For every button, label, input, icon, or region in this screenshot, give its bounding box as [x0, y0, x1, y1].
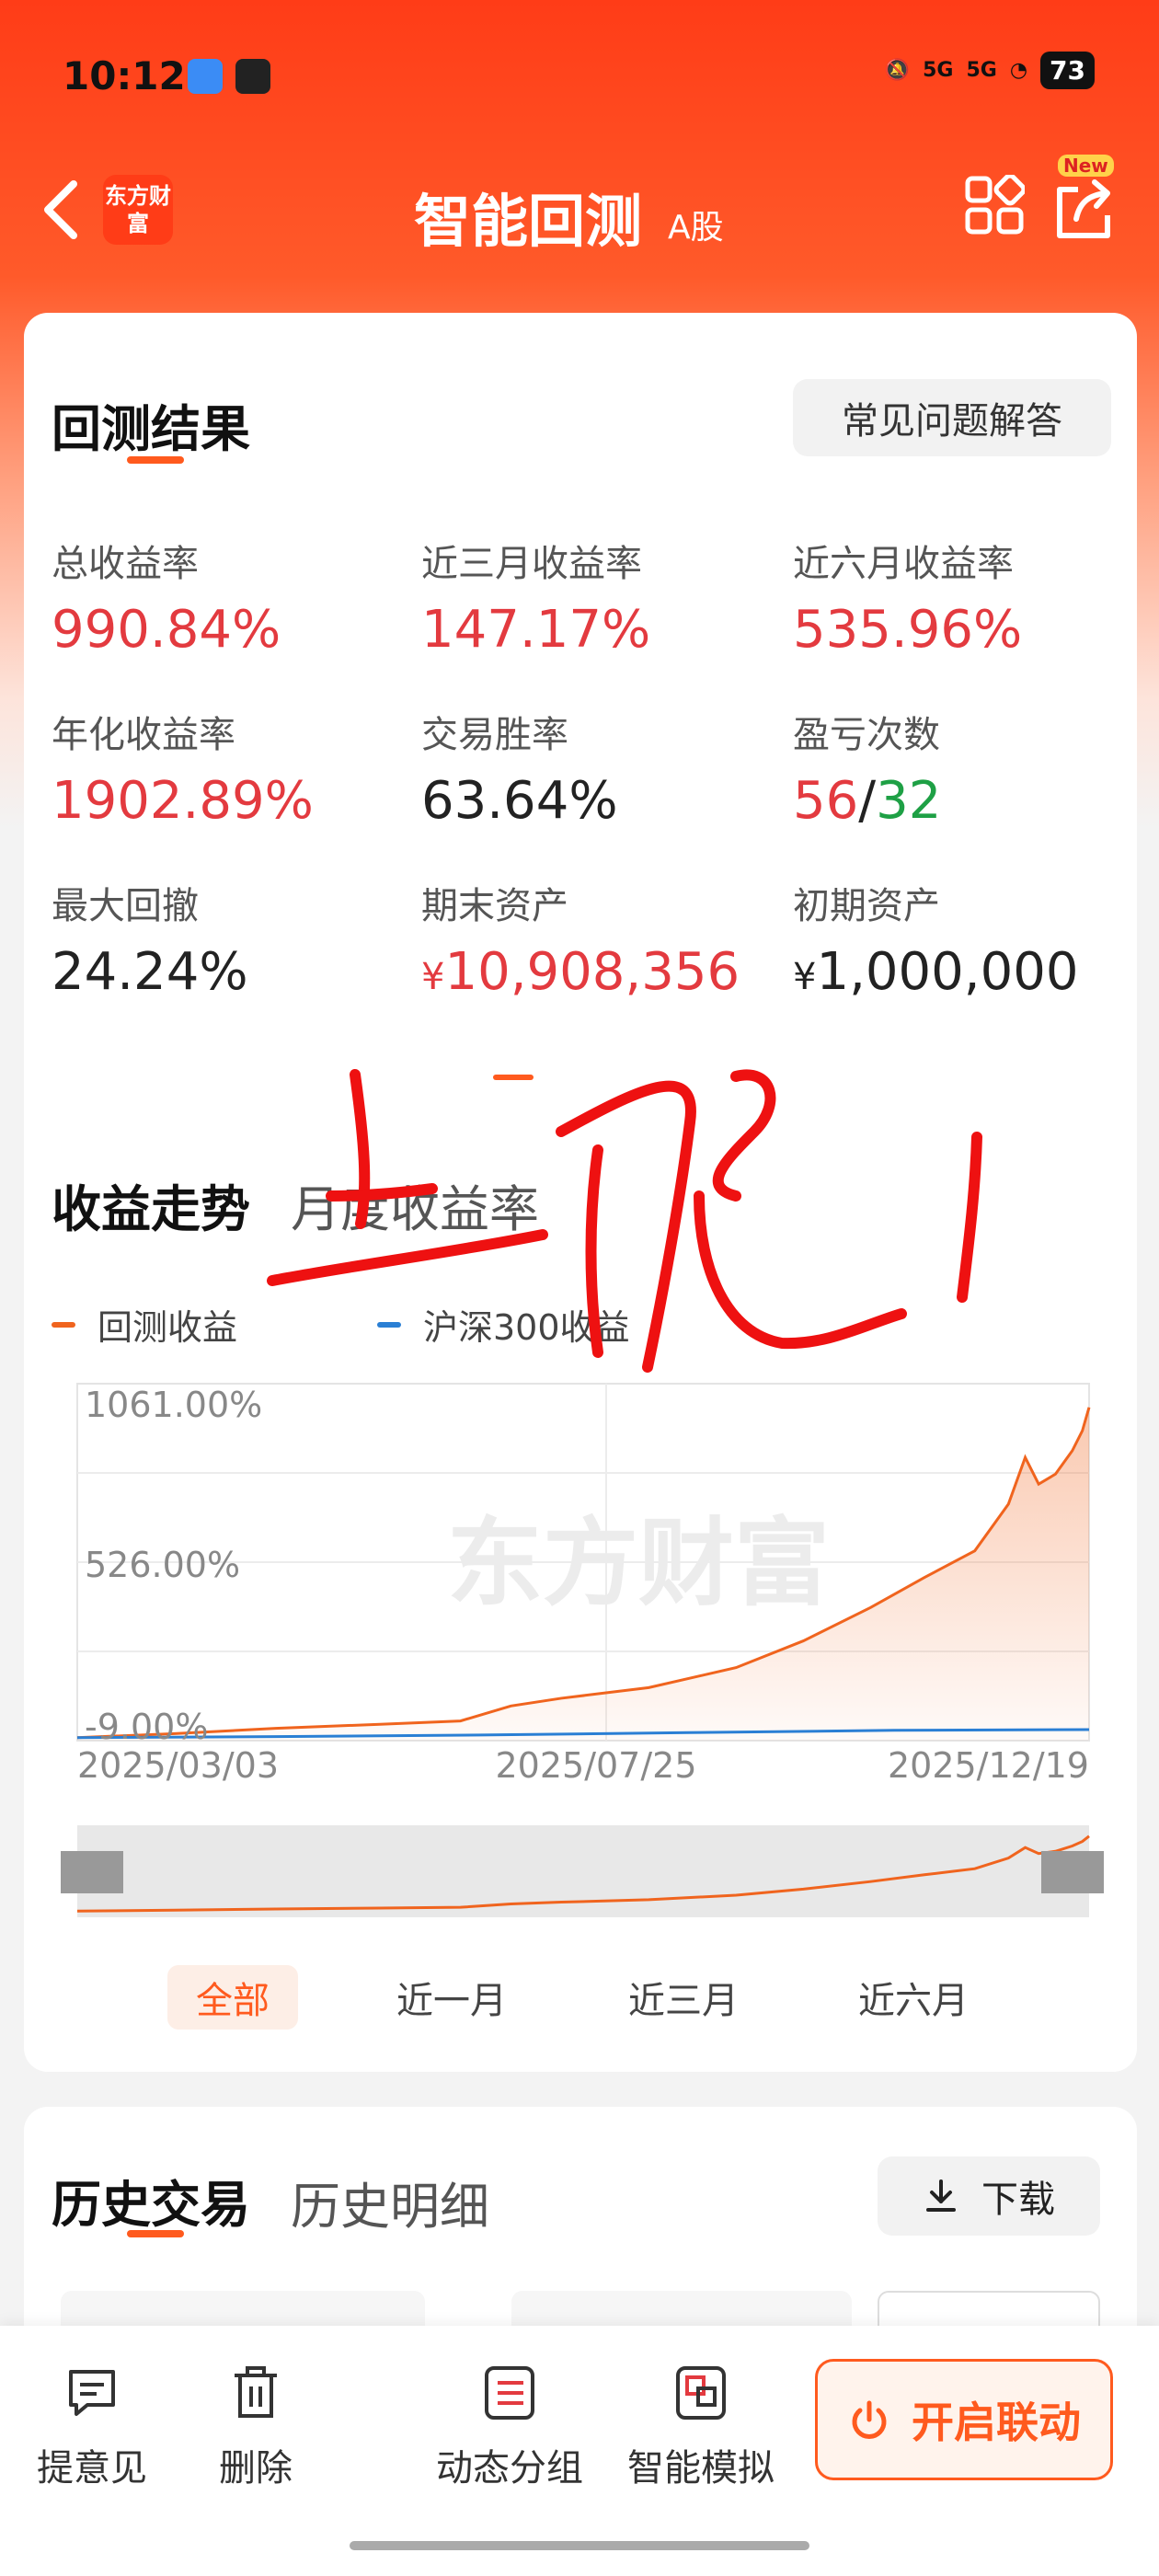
signal-icon-1: 5G: [923, 59, 954, 82]
smart-simulate-button[interactable]: 智能模拟: [627, 2361, 775, 2491]
page-title: 智能回测: [414, 188, 643, 255]
history-title-underline: [127, 2230, 184, 2237]
nav-bar: 东方财富 智能回测 A股 New: [0, 147, 1159, 285]
grid-icon[interactable]: [964, 175, 1025, 236]
delete-button[interactable]: 删除: [219, 2361, 293, 2491]
download-icon: [926, 2179, 956, 2212]
dynamic-group-button[interactable]: 动态分组: [436, 2361, 583, 2491]
x-tick-label: 2025/07/25: [495, 1745, 696, 1786]
y-tick-label: -9.00%: [85, 1707, 208, 1747]
feedback-icon: [69, 2370, 115, 2416]
signal-icon-2: 5G: [966, 59, 997, 82]
navigator-track: [77, 1825, 1089, 1917]
page-subtitle: A股: [668, 209, 724, 247]
wifi-icon: ◔: [1009, 59, 1028, 82]
battery-icon: 73: [1040, 52, 1095, 89]
chart-watermark: 东方财富: [447, 1507, 830, 1619]
download-button[interactable]: 下载: [878, 2156, 1100, 2236]
share-icon[interactable]: [1050, 171, 1117, 245]
range-1m-button[interactable]: 近一月: [386, 1965, 517, 2030]
list-icon: [485, 2366, 534, 2420]
x-tick-label: 2025/03/03: [77, 1745, 279, 1786]
y-tick-label: 526.00%: [85, 1545, 240, 1585]
enable-linkage-button[interactable]: 开启联动: [815, 2359, 1113, 2480]
return-chart[interactable]: 东方财富 1061.00% 526.00% -9.00%2025/03/03 2025/…: [24, 313, 1137, 2072]
trash-icon: [235, 2366, 277, 2418]
bottom-toolbar: 提意见 删除 动态分组 智能模拟 开启联动: [0, 2326, 1159, 2576]
brand-logo: 东方财富: [103, 175, 173, 245]
x-tick-label: 2025/12/19: [888, 1745, 1089, 1786]
status-time: 10:12: [63, 53, 186, 98]
back-icon[interactable]: [37, 173, 92, 247]
taobao-notification-icon: [235, 59, 270, 94]
range-all-button[interactable]: 全部: [167, 1965, 298, 2030]
app-notification-icon: [188, 59, 223, 94]
power-icon: [852, 2400, 887, 2439]
home-indicator: [350, 2541, 809, 2550]
results-card: 回测结果 常见问题解答 总收益率 990.84% 近三月收益率 147.17% …: [24, 313, 1137, 2072]
navigator-right-handle: [1041, 1851, 1104, 1893]
tab-history-detail[interactable]: 历史明细: [291, 2166, 489, 2238]
feedback-button[interactable]: 提意见: [37, 2361, 147, 2491]
navigator-left-handle: [61, 1851, 123, 1893]
mute-icon: 🔕: [884, 59, 911, 82]
status-icons: 🔕 5G 5G ◔ 73: [885, 52, 1095, 89]
range-6m-button[interactable]: 近六月: [848, 1965, 979, 2030]
new-badge: New: [1058, 155, 1114, 177]
simulate-icon: [676, 2366, 726, 2420]
tab-history-trades[interactable]: 历史交易: [52, 2164, 250, 2237]
y-tick-label: 1061.00%: [85, 1385, 262, 1425]
status-bar: 10:12 🔕 5G 5G ◔ 73: [0, 0, 1159, 147]
range-3m-button[interactable]: 近三月: [618, 1965, 749, 2030]
